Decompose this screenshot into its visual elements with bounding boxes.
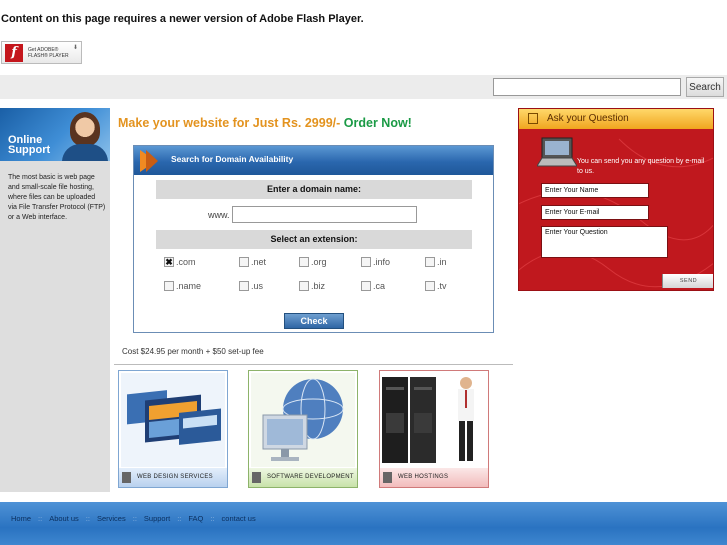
extension-label: .tv <box>437 281 447 291</box>
extension-org[interactable]: .org <box>299 257 327 267</box>
extension-name[interactable]: .name <box>164 281 201 291</box>
footer-link-contact-us[interactable]: contact us <box>222 514 256 523</box>
online-support-title: Online Support <box>8 135 51 156</box>
extension-label: .us <box>251 281 264 291</box>
extension-label: .biz <box>311 281 326 291</box>
checkbox-icon[interactable] <box>239 257 249 267</box>
web-design-image <box>121 373 225 467</box>
promo-headline: Make your website for Just Rs. 2999/- Or… <box>118 116 412 130</box>
extension-biz[interactable]: .biz <box>299 281 325 291</box>
extension-ca[interactable]: .ca <box>361 281 385 291</box>
checkbox-icon[interactable] <box>299 281 309 291</box>
domain-search-panel: Search for Domain Availability Enter a d… <box>133 145 494 333</box>
software-development-tile[interactable]: Software Development <box>248 370 358 488</box>
footer-separator: :: <box>210 514 215 523</box>
online-support-banner[interactable]: Online Support <box>0 108 110 161</box>
web-hostings-label: Web Hostings <box>380 468 488 487</box>
footer: Home :: About us :: Services :: Support … <box>0 502 727 545</box>
footer-link-home[interactable]: Home <box>11 514 31 523</box>
footer-link-about-us[interactable]: About us <box>49 514 79 523</box>
flash-logo-icon: f <box>5 43 23 62</box>
extension-label: .name <box>176 281 202 291</box>
extension-in[interactable]: .in <box>425 257 447 267</box>
send-button[interactable]: SEND <box>662 274 713 288</box>
flash-badge-text: Get ADOBE® FLASH® PLAYER <box>28 47 69 59</box>
domain-panel-header: Search for Domain Availability <box>134 146 493 175</box>
extension-info[interactable]: .info <box>361 257 390 267</box>
web-hostings-tile[interactable]: Web Hostings <box>379 370 489 488</box>
order-now-link[interactable]: Order Now! <box>344 116 412 130</box>
www-prefix: www. <box>208 210 230 220</box>
extension-label: .org <box>311 257 327 267</box>
check-button[interactable]: Check <box>284 313 344 329</box>
cost-text: Cost $24.95 per month + $50 set-up fee <box>122 347 264 356</box>
extension-label: .net <box>251 257 267 267</box>
search-button[interactable]: Search <box>686 77 724 97</box>
footer-link-support[interactable]: Support <box>144 514 170 523</box>
ask-question-panel: Ask your Question You can send you any q… <box>518 108 714 291</box>
question-textarea[interactable]: Enter Your Question <box>541 226 668 258</box>
checkbox-icon[interactable] <box>361 257 371 267</box>
domain-name-input[interactable] <box>232 206 417 223</box>
domain-panel-title: Search for Domain Availability <box>171 154 294 164</box>
checkbox-icon[interactable] <box>425 257 435 267</box>
left-sidebar: Online Support The most basic is web pag… <box>0 108 110 492</box>
checkbox-icon[interactable] <box>425 281 435 291</box>
enter-domain-label: Enter a domain name: <box>156 180 472 199</box>
online-support-line2: Support <box>8 144 51 156</box>
email-field[interactable]: Enter Your E-mail <box>541 205 649 220</box>
select-extension-label: Select an extension: <box>156 230 472 249</box>
checkbox-icon[interactable] <box>299 257 309 267</box>
checkbox-icon[interactable] <box>361 281 371 291</box>
extension-us[interactable]: .us <box>239 281 263 291</box>
search-bar: Search <box>0 75 727 99</box>
extension-label: .ca <box>373 281 386 291</box>
divider <box>114 364 513 365</box>
footer-separator: :: <box>132 514 137 523</box>
software-development-image <box>251 373 355 467</box>
ask-panel-header: Ask your Question <box>519 109 713 129</box>
laptop-icon <box>537 137 577 167</box>
arrow-right-inner-icon <box>146 150 158 172</box>
footer-separator: :: <box>38 514 43 523</box>
extension-label: .com <box>176 257 196 267</box>
web-hosting-image <box>382 373 486 467</box>
footer-separator: :: <box>177 514 182 523</box>
extension-label: .info <box>373 257 391 267</box>
footer-link-faq[interactable]: FAQ <box>188 514 203 523</box>
download-arrow-icon: ⬇ <box>72 45 78 51</box>
support-agent-icon <box>70 112 100 146</box>
ask-info-text: You can send you any question by e-mail … <box>577 158 705 175</box>
ask-panel-title: Ask your Question <box>547 113 629 124</box>
search-input[interactable] <box>493 78 681 96</box>
web-design-services-tile[interactable]: Web Design Services <box>118 370 228 488</box>
extension-net[interactable]: .net <box>239 257 266 267</box>
checkbox-checked-icon[interactable]: ✖ <box>164 257 174 267</box>
extension-tv[interactable]: .tv <box>425 281 447 291</box>
flash-notice: Content on this page requires a newer ve… <box>1 13 364 25</box>
extension-com[interactable]: ✖ .com <box>164 257 196 267</box>
question-icon <box>528 113 538 124</box>
footer-nav: Home :: About us :: Services :: Support … <box>11 514 256 523</box>
checkbox-icon[interactable] <box>164 281 174 291</box>
extension-label: .in <box>437 257 447 267</box>
web-design-label: Web Design Services <box>119 468 227 487</box>
support-agent-body <box>62 144 108 161</box>
get-flash-player-button[interactable]: f Get ADOBE® FLASH® PLAYER ⬇ <box>1 41 82 64</box>
promo-text: Make your website for Just Rs. 2999/- <box>118 116 344 130</box>
flash-badge-line2: FLASH® PLAYER <box>28 52 69 59</box>
name-field[interactable]: Enter Your Name <box>541 183 649 198</box>
hosting-description: The most basic is web page and small-sca… <box>8 174 106 221</box>
footer-separator: :: <box>85 514 90 523</box>
page: Content on this page requires a newer ve… <box>0 0 727 545</box>
software-development-label: Software Development <box>249 468 357 487</box>
checkbox-icon[interactable] <box>239 281 249 291</box>
footer-link-services[interactable]: Services <box>97 514 126 523</box>
